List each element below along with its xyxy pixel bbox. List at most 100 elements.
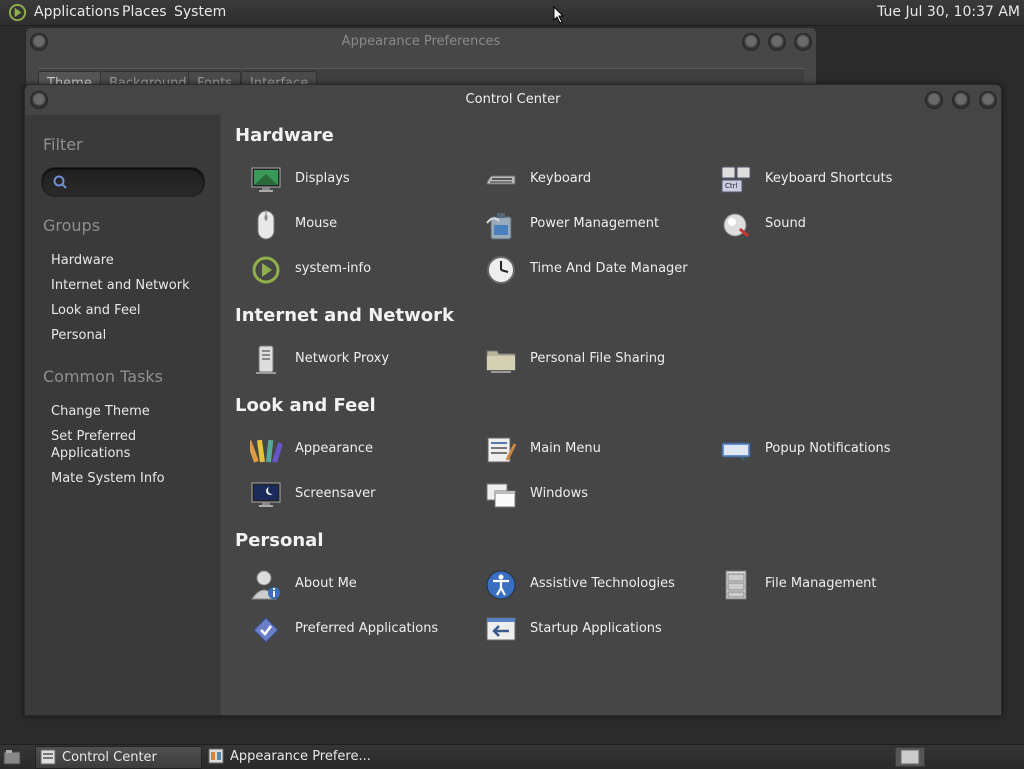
menu-system[interactable]: System [174, 4, 226, 20]
item-time-date[interactable]: Time And Date Manager [471, 252, 701, 288]
item-power-management[interactable]: Power Management [471, 207, 701, 243]
bottom-panel: Control Center Appearance Prefere... [0, 744, 1024, 769]
item-screensaver[interactable]: Screensaver [236, 477, 466, 513]
item-label: Preferred Applications [295, 621, 439, 636]
item-main-menu[interactable]: Main Menu [471, 432, 701, 468]
folder-share-icon [486, 350, 516, 373]
task-set-preferred-applications[interactable]: Set Preferred Applications [51, 428, 151, 462]
main-menu-icon [487, 437, 517, 463]
control-center-window[interactable]: Control Center Filter Groups Hardware In… [24, 84, 1002, 716]
item-mouse[interactable]: Mouse [236, 207, 466, 243]
item-appearance[interactable]: Appearance [236, 432, 466, 468]
item-label: Network Proxy [295, 351, 390, 366]
item-keyboard-shortcuts[interactable]: Ctrl Keyboard Shortcuts [706, 162, 936, 198]
keyboard-shortcuts-icon: Ctrl [721, 166, 751, 193]
file-cabinet-icon [725, 570, 747, 600]
group-link-personal[interactable]: Personal [51, 327, 211, 344]
close-button[interactable] [794, 33, 812, 51]
window-title: Control Center [465, 92, 561, 107]
search-input[interactable] [74, 172, 198, 192]
item-label: Windows [530, 486, 589, 501]
display-icon [251, 167, 281, 192]
section-title-personal: Personal [235, 530, 324, 551]
maximize-button[interactable] [952, 91, 970, 109]
item-label: Time And Date Manager [530, 261, 688, 276]
item-sound[interactable]: Sound [706, 207, 936, 243]
windows-icon [486, 483, 516, 508]
about-me-icon [251, 570, 280, 600]
menu-places[interactable]: Places [122, 4, 167, 20]
item-label: Popup Notifications [765, 441, 891, 456]
network-proxy-icon [256, 345, 276, 374]
item-displays[interactable]: Displays [236, 162, 466, 198]
sidebar: Filter Groups Hardware Internet and Netw… [25, 115, 220, 715]
clock[interactable]: Tue Jul 30, 10:37 AM [877, 4, 1020, 20]
common-tasks-heading: Common Tasks [43, 367, 164, 386]
section-title-hardware: Hardware [235, 125, 334, 146]
workspace-switcher-icon[interactable] [895, 747, 925, 767]
item-windows[interactable]: Windows [471, 477, 701, 513]
search-icon [53, 175, 67, 189]
group-link-internet-network[interactable]: Internet and Network [51, 277, 211, 294]
item-label: File Management [765, 576, 877, 591]
keyboard-icon [486, 175, 516, 185]
section-title-internet-network: Internet and Network [235, 305, 454, 326]
task-change-theme[interactable]: Change Theme [51, 403, 211, 420]
groups-heading: Groups [43, 216, 101, 235]
appearance-preferences-icon [208, 748, 224, 764]
item-popup-notifications[interactable]: Popup Notifications [706, 432, 936, 468]
item-keyboard[interactable]: Keyboard [471, 162, 701, 198]
filter-heading: Filter [43, 135, 83, 154]
item-network-proxy[interactable]: Network Proxy [236, 342, 466, 378]
item-label: Displays [295, 171, 350, 186]
power-icon [486, 213, 512, 240]
clock-icon [487, 256, 515, 284]
group-link-look-feel[interactable]: Look and Feel [51, 302, 211, 319]
item-label: Keyboard Shortcuts [765, 171, 893, 186]
minimize-button[interactable] [742, 33, 760, 51]
appearance-icon [250, 439, 282, 463]
maximize-button[interactable] [768, 33, 786, 51]
show-desktop-icon[interactable] [3, 749, 21, 765]
control-center-icon [40, 749, 56, 765]
item-startup-applications[interactable]: Startup Applications [471, 612, 701, 648]
screensaver-icon [251, 482, 281, 507]
item-personal-file-sharing[interactable]: Personal File Sharing [471, 342, 701, 378]
item-label: Personal File Sharing [530, 351, 666, 366]
taskbar-control-center[interactable]: Control Center [35, 746, 202, 769]
search-field[interactable] [41, 167, 205, 197]
item-label: Power Management [530, 216, 660, 231]
startup-icon [486, 617, 516, 641]
item-label: system-info [295, 261, 372, 276]
item-label: Main Menu [530, 441, 601, 456]
item-label: Startup Applications [530, 621, 662, 636]
group-link-hardware[interactable]: Hardware [51, 252, 211, 269]
top-panel: Applications Places System Tue Jul 30, 1… [0, 0, 1024, 26]
item-system-info[interactable]: system-info [236, 252, 466, 288]
svg-text:Ctrl: Ctrl [725, 182, 738, 190]
mouse-pointer-icon [553, 6, 565, 24]
menu-applications[interactable]: Applications [34, 4, 120, 20]
task-mate-system-info[interactable]: Mate System Info [51, 470, 211, 487]
item-preferred-applications[interactable]: Preferred Applications [236, 612, 466, 648]
window-title: Appearance Preferences [341, 34, 501, 49]
sound-icon [723, 213, 749, 238]
mate-logo-icon[interactable] [8, 3, 27, 22]
item-file-management[interactable]: File Management [706, 567, 936, 603]
item-label: About Me [295, 576, 357, 591]
item-label: Screensaver [295, 486, 376, 501]
minimize-button[interactable] [925, 91, 943, 109]
item-about-me[interactable]: About Me [236, 567, 466, 603]
close-button[interactable] [979, 91, 997, 109]
item-label: Appearance [295, 441, 374, 456]
notification-icon [721, 442, 751, 462]
section-title-look-feel: Look and Feel [235, 395, 376, 416]
mouse-icon [257, 210, 275, 240]
content-area: Hardware Displays Keyboard Ctrl Keyboard… [220, 115, 1001, 715]
item-assistive-technologies[interactable]: Assistive Technologies [471, 567, 701, 603]
system-info-icon [252, 256, 280, 284]
item-label: Assistive Technologies [530, 576, 675, 591]
taskbar-appearance-preferences[interactable]: Appearance Prefere... [204, 746, 374, 767]
item-label: Mouse [295, 216, 338, 231]
accessibility-icon [486, 570, 516, 600]
